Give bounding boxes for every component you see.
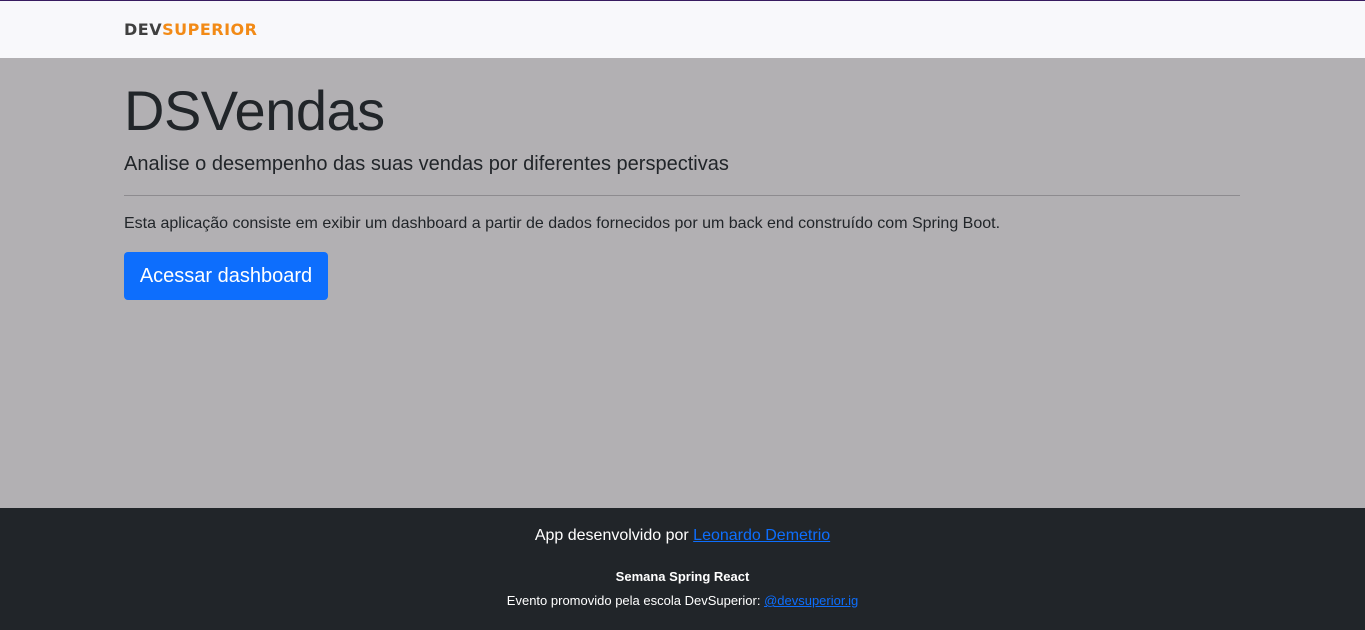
event-info-text: Evento promovido pela escola DevSuperior…: [506, 593, 765, 608]
developer-link[interactable]: Leonardo Demetrio: [693, 527, 830, 544]
footer-credits-text: App desenvolvido por: [534, 527, 694, 544]
logo-superior-text: SUPERIOR: [162, 20, 258, 39]
page-title: DSVendas: [124, 79, 385, 142]
devsuperior-logo[interactable]: DEV SUPERIOR: [124, 20, 257, 39]
event-title: Semana Spring React: [615, 569, 750, 584]
devsuperior-instagram-link[interactable]: @devsuperior.ig: [764, 593, 858, 608]
footer: App desenvolvido por Leonardo Demetrio S…: [0, 508, 1365, 630]
access-dashboard-button[interactable]: Acessar dashboard: [124, 252, 328, 300]
description-text: Esta aplicação consiste em exibir um das…: [124, 215, 1001, 232]
main-content: DSVendas Analise o desempenho das suas v…: [0, 58, 1365, 508]
lead-text: Analise o desempenho das suas vendas por…: [124, 153, 729, 175]
logo-dev-text: DEV: [124, 20, 163, 39]
divider: [124, 195, 1240, 196]
footer-credits: App desenvolvido por Leonardo Demetrio: [0, 527, 1365, 545]
navbar: DEV SUPERIOR: [0, 1, 1365, 58]
event-info: Evento promovido pela escola DevSuperior…: [0, 593, 1365, 608]
